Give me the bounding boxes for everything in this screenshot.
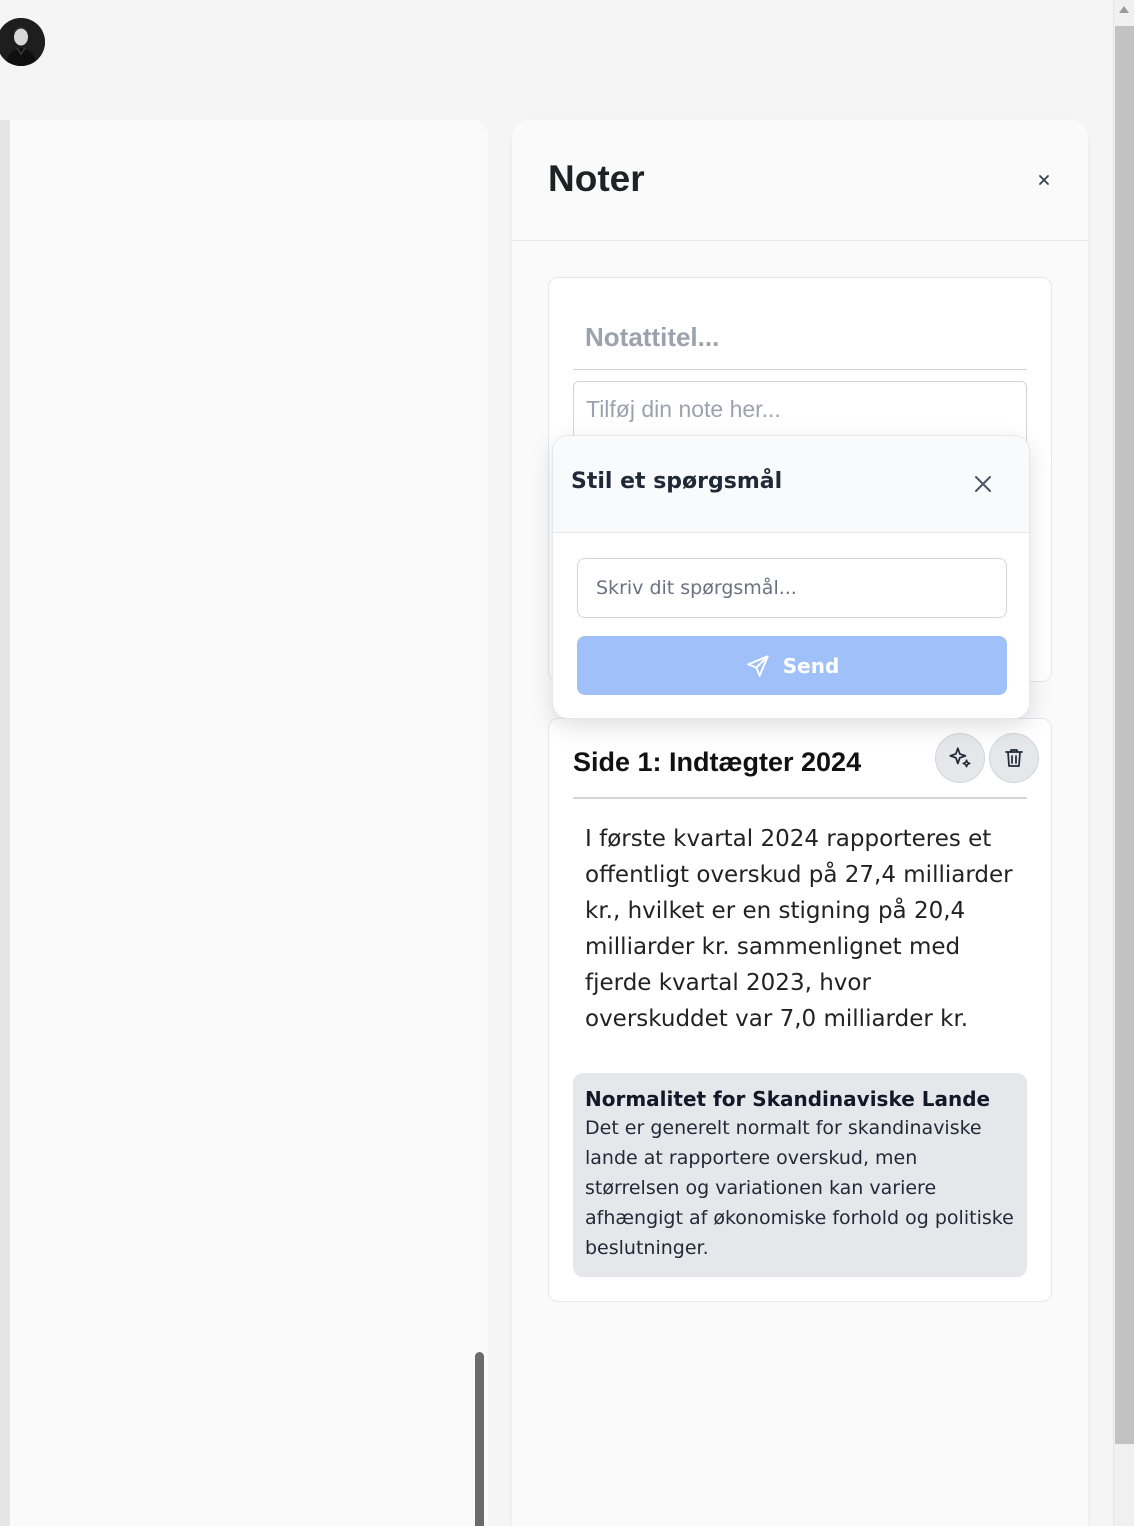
page-scrollbar[interactable] xyxy=(1113,0,1134,1526)
popup-header: Stil et spørgsmål xyxy=(553,436,1029,533)
sparkles-icon xyxy=(949,747,971,768)
popup-title: Stil et spørgsmål xyxy=(571,469,783,494)
document-viewer-panel xyxy=(10,120,488,1526)
saved-note-card: Side 1: Indtægter 2024 I første kvartal … xyxy=(548,718,1052,1302)
ai-answer-text: Det er generelt normalt for skandinavisk… xyxy=(585,1117,1014,1259)
scroll-up-arrow-icon[interactable] xyxy=(1119,6,1129,13)
left-panel-edge xyxy=(0,120,10,1526)
send-button[interactable]: Send xyxy=(577,636,1007,695)
ask-ai-button[interactable] xyxy=(935,733,985,783)
question-input[interactable] xyxy=(577,558,1007,618)
ai-answer-box: Normalitet for Skandinaviske Lande Det e… xyxy=(573,1073,1027,1277)
saved-note-divider xyxy=(573,797,1027,799)
page-scrollbar-thumb[interactable] xyxy=(1115,26,1134,1444)
trash-icon xyxy=(1005,749,1023,767)
notes-title: Noter xyxy=(548,158,645,199)
ai-answer-title: Normalitet for Skandinaviske Lande xyxy=(585,1087,991,1111)
close-icon xyxy=(1039,175,1049,185)
notes-header: Noter xyxy=(512,120,1088,241)
send-icon xyxy=(747,654,769,677)
notes-panel: Noter Stil et spørgsmål Send xyxy=(512,120,1088,1526)
note-title-input[interactable] xyxy=(573,306,1027,370)
notes-close-button[interactable] xyxy=(1032,168,1056,192)
saved-note-body: I første kvartal 2024 rapporteres et off… xyxy=(585,826,1013,1032)
user-avatar[interactable] xyxy=(0,18,45,66)
saved-note-title: Side 1: Indtægter 2024 xyxy=(573,747,862,777)
document-scrollbar-thumb[interactable] xyxy=(475,1352,484,1526)
send-label: Send xyxy=(782,653,840,678)
avatar-image xyxy=(0,18,45,66)
close-icon xyxy=(975,476,991,492)
ask-question-popup: Stil et spørgsmål Send xyxy=(552,435,1030,719)
delete-note-button[interactable] xyxy=(989,733,1039,783)
popup-close-button[interactable] xyxy=(971,472,995,496)
